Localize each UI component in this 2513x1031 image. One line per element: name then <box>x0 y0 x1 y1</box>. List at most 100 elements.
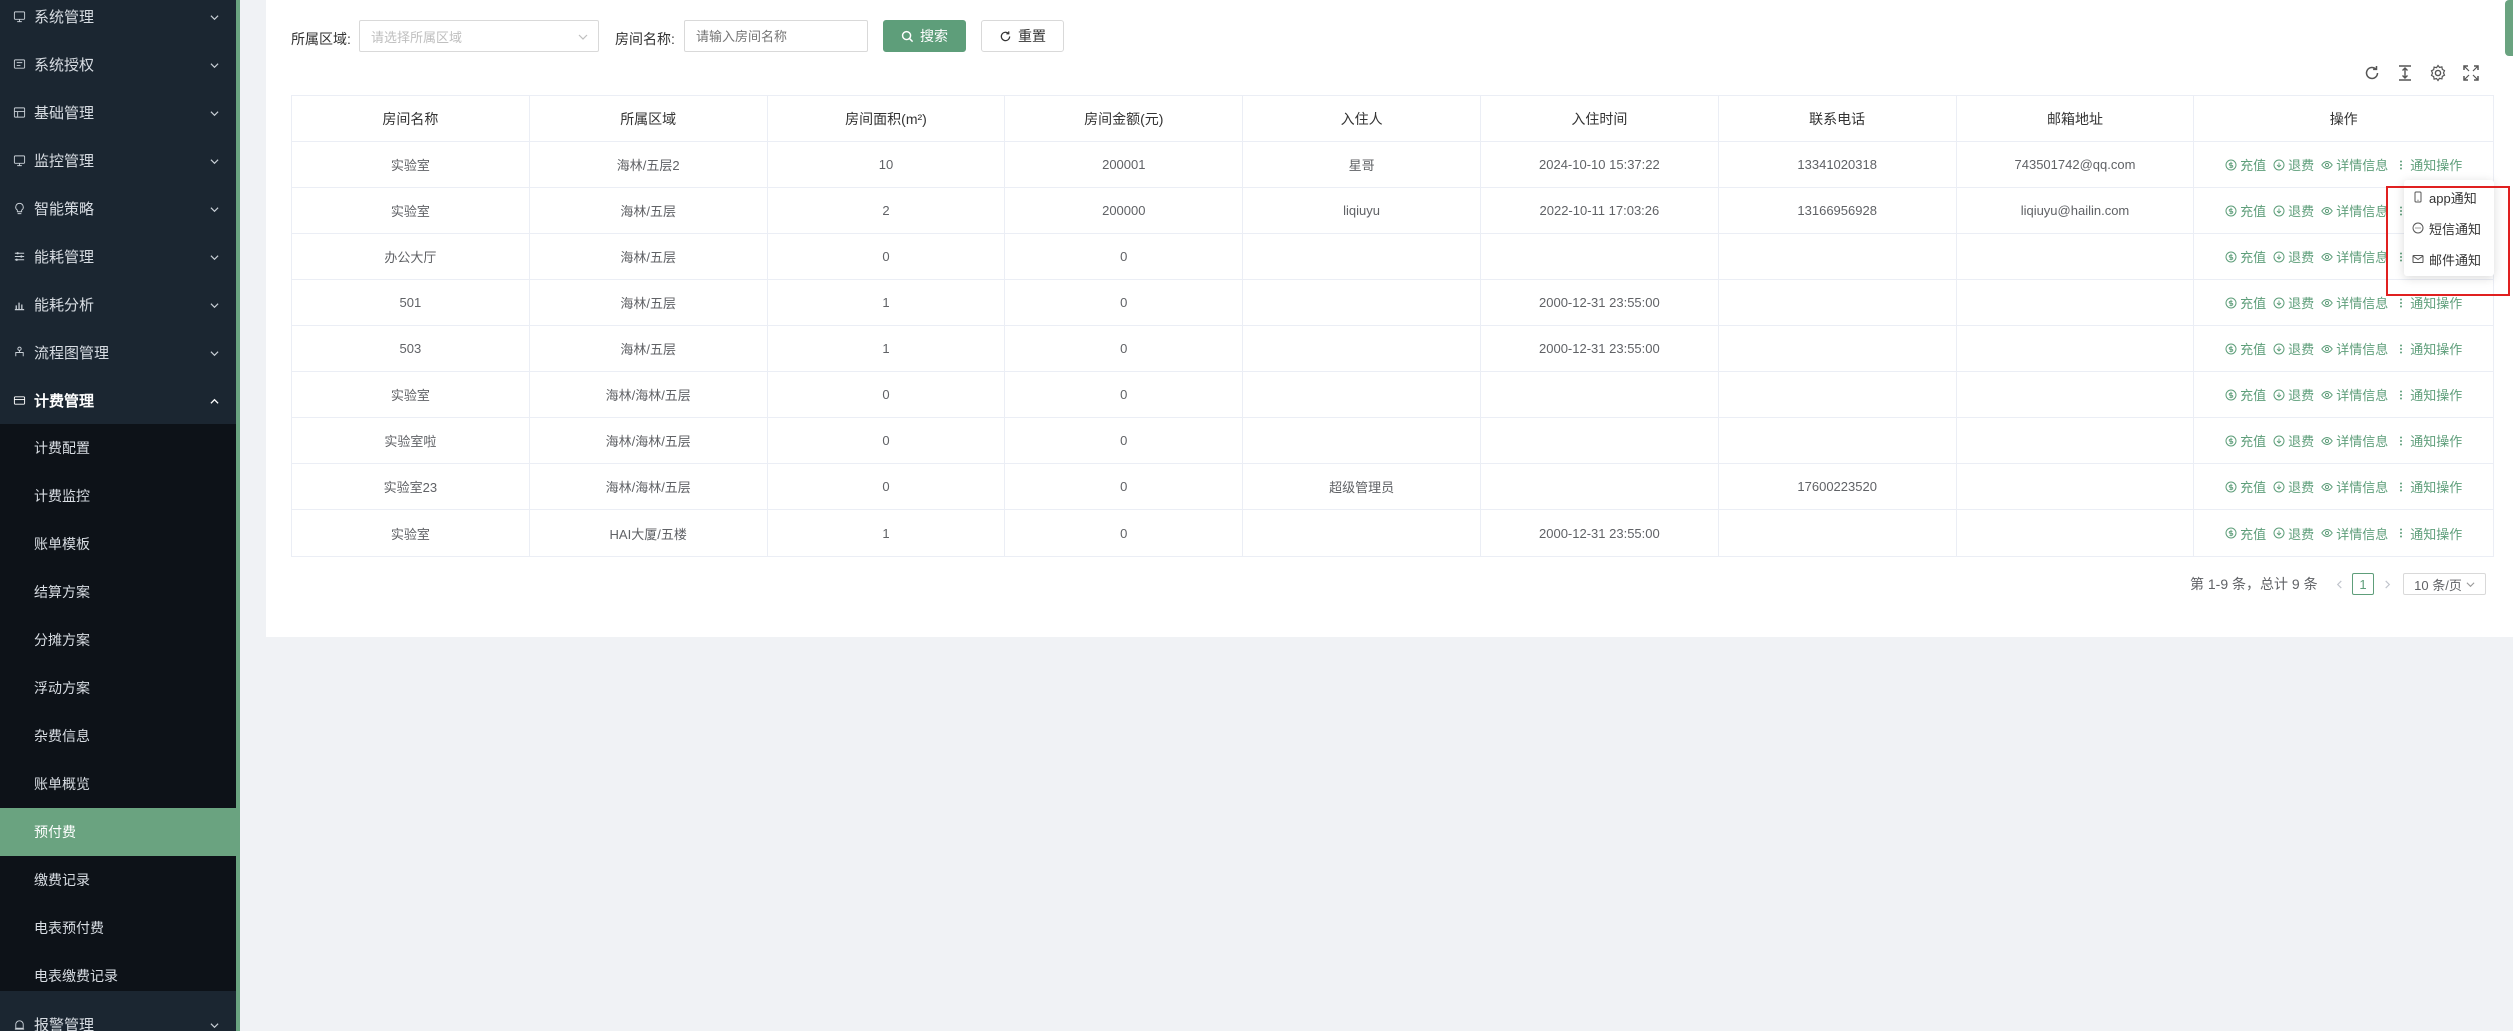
sidebar-sub-item[interactable]: 账单模板 <box>0 520 236 568</box>
details-action-link[interactable]: 详情信息 <box>2321 155 2388 174</box>
refund-action-link[interactable]: 退费 <box>2273 385 2314 404</box>
table-cell-actions: 充值 退费 详情信息 通知操作 <box>2194 510 2493 556</box>
table-cell <box>1957 464 2195 509</box>
notify-action-link[interactable]: 通知操作 <box>2395 431 2462 450</box>
refund-action-link[interactable]: 退费 <box>2273 201 2314 220</box>
table-row: 实验室23 海林/海林/五层 0 0 超级管理员 17600223520 充值 退费 详情信息通… <box>292 464 2493 510</box>
sidebar-menu-label: 流程图管理 <box>34 344 110 362</box>
table-cell: 0 <box>768 464 1006 509</box>
table-cell: 2024-10-10 15:37:22 <box>1481 142 1719 187</box>
page-size-select[interactable]: 10 条/页 <box>2403 573 2486 595</box>
recharge-action-link[interactable]: 充值 <box>2225 293 2266 312</box>
recharge-action-link[interactable]: 充值 <box>2225 385 2266 404</box>
right-edge-tab[interactable] <box>2505 0 2513 56</box>
sidebar-sub-item[interactable]: 计费配置 <box>0 424 236 472</box>
prev-page-button[interactable] <box>2332 573 2346 595</box>
sidebar-sub-item[interactable]: 分摊方案 <box>0 616 236 664</box>
more-vertical-icon <box>2400 528 2403 538</box>
table-row: 501 海林/五层 1 0 2000-12-31 23:55:00 充值 退费 详情信息 通知操… <box>292 280 2493 326</box>
table-cell: 17600223520 <box>1719 464 1957 509</box>
recharge-action-link[interactable]: 充值 <box>2225 477 2266 496</box>
table-cell <box>1243 280 1481 325</box>
room-name-input[interactable] <box>684 20 868 52</box>
table-cell-actions: 充值 退费 详情信息 通知操作 <box>2194 372 2493 417</box>
details-action-link[interactable]: 详情信息 <box>2321 477 2388 496</box>
gear-icon[interactable] <box>2429 64 2447 82</box>
notify-action-link[interactable]: 通知操作 <box>2395 339 2462 358</box>
refund-action-link[interactable]: 退费 <box>2273 524 2314 543</box>
recharge-action-label: 充值 <box>2240 250 2267 265</box>
sidebar-sub-item[interactable]: 结算方案 <box>0 568 236 616</box>
search-button[interactable]: 搜索 <box>883 20 966 52</box>
sidebar-sub-item[interactable]: 浮动方案 <box>0 664 236 712</box>
eye-icon <box>2321 298 2333 307</box>
sidebar-menu-item[interactable]: 计费管理 <box>0 376 236 424</box>
recharge-action-link[interactable]: 充值 <box>2225 339 2266 358</box>
sidebar-sub-item[interactable]: 计费监控 <box>0 472 236 520</box>
table-cell: liqiuyu <box>1243 188 1481 233</box>
sidebar-menu-item[interactable]: 系统管理 <box>0 0 236 40</box>
reload-icon[interactable] <box>2363 64 2381 82</box>
sidebar-menu-item[interactable]: 基础管理 <box>0 88 236 136</box>
refund-action-link[interactable]: 退费 <box>2273 155 2314 174</box>
table-header-cell: 邮箱地址 <box>1957 96 2195 141</box>
dollar-circle-icon <box>2225 435 2237 446</box>
refresh-icon <box>1000 30 1011 41</box>
notify-action-link[interactable]: 通知操作 <box>2395 385 2462 404</box>
sidebar-menu-item[interactable]: 报警管理 <box>0 1000 236 1031</box>
refund-action-link[interactable]: 退费 <box>2273 477 2314 496</box>
details-action-link[interactable]: 详情信息 <box>2321 293 2388 312</box>
reset-button[interactable]: 重置 <box>981 20 1064 52</box>
next-page-button[interactable] <box>2380 573 2394 595</box>
refund-action-link[interactable]: 退费 <box>2273 431 2314 450</box>
table-cell <box>1243 234 1481 279</box>
table-header-cell: 所属区域 <box>530 96 768 141</box>
details-action-label: 详情信息 <box>2336 158 2389 173</box>
refund-icon <box>2273 159 2285 170</box>
sidebar-menu-item[interactable]: 系统授权 <box>0 40 236 88</box>
refund-action-label: 退费 <box>2288 296 2315 311</box>
sidebar-sub-item[interactable]: 缴费记录 <box>0 856 236 904</box>
refund-action-label: 退费 <box>2288 342 2315 357</box>
dollar-circle-icon <box>2225 527 2237 539</box>
search-icon <box>901 30 914 42</box>
sidebar-menu-item[interactable]: 流程图管理 <box>0 328 236 376</box>
sidebar-sub-item[interactable]: 电表预付费 <box>0 904 236 952</box>
notify-action-link[interactable]: 通知操作 <box>2395 155 2462 174</box>
refund-action-link[interactable]: 退费 <box>2273 293 2314 312</box>
details-action-link[interactable]: 详情信息 <box>2321 431 2388 450</box>
recharge-action-link[interactable]: 充值 <box>2225 431 2266 450</box>
recharge-action-link[interactable]: 充值 <box>2225 155 2266 174</box>
refund-action-link[interactable]: 退费 <box>2273 247 2314 266</box>
details-action-link[interactable]: 详情信息 <box>2321 247 2388 266</box>
refund-action-link[interactable]: 退费 <box>2273 339 2314 358</box>
chevron-left-icon <box>2336 579 2342 589</box>
notify-action-link[interactable]: 通知操作 <box>2395 477 2462 496</box>
sidebar-sub-item[interactable]: 预付费 <box>0 808 236 856</box>
details-action-link[interactable]: 详情信息 <box>2321 385 2388 404</box>
sidebar-sub-item[interactable]: 账单概览 <box>0 760 236 808</box>
table-cell: 200001 <box>1005 142 1244 187</box>
column-height-icon[interactable] <box>2396 64 2414 82</box>
area-select[interactable]: 请选择所属区域 <box>359 20 599 52</box>
recharge-action-link[interactable]: 充值 <box>2225 524 2266 543</box>
details-action-link[interactable]: 详情信息 <box>2321 339 2388 358</box>
table-cell <box>1957 418 2195 463</box>
details-action-link[interactable]: 详情信息 <box>2321 524 2388 543</box>
page-1-button[interactable]: 1 <box>2352 573 2374 595</box>
details-action-label: 详情信息 <box>2336 480 2389 495</box>
chevron-down-icon <box>2466 581 2475 587</box>
recharge-action-link[interactable]: 充值 <box>2225 247 2266 266</box>
sidebar-menu-item[interactable]: 监控管理 <box>0 136 236 184</box>
sidebar-menu-item[interactable]: 能耗管理 <box>0 232 236 280</box>
table-cell: 2000-12-31 23:55:00 <box>1481 280 1719 325</box>
recharge-action-link[interactable]: 充值 <box>2225 201 2266 220</box>
details-action-link[interactable]: 详情信息 <box>2321 201 2388 220</box>
fullscreen-icon[interactable] <box>2462 64 2480 82</box>
chevron-down-icon <box>210 9 219 21</box>
sidebar-sub-item[interactable]: 电表缴费记录 <box>0 952 236 1000</box>
sidebar-sub-item[interactable]: 杂费信息 <box>0 712 236 760</box>
sidebar-menu-item[interactable]: 能耗分析 <box>0 280 236 328</box>
sidebar-menu-item[interactable]: 智能策略 <box>0 184 236 232</box>
notify-action-link[interactable]: 通知操作 <box>2395 524 2462 543</box>
